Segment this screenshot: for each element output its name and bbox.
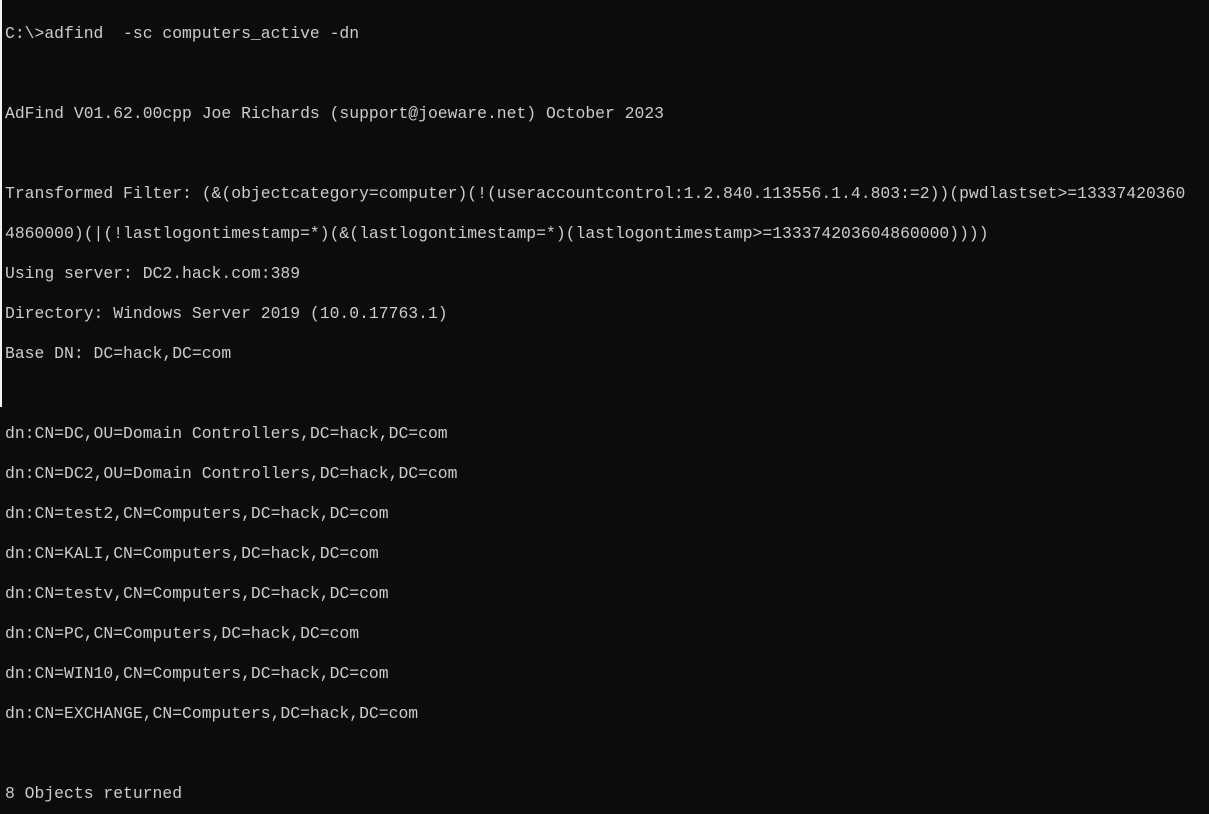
- directory-line: Directory: Windows Server 2019 (10.0.177…: [5, 304, 448, 323]
- result-line: dn:CN=DC2,OU=Domain Controllers,DC=hack,…: [5, 464, 458, 483]
- result-line: dn:CN=WIN10,CN=Computers,DC=hack,DC=com: [5, 664, 389, 683]
- summary-line: 8 Objects returned: [5, 784, 183, 803]
- command-line: C:\>adfind -sc computers_active -dn: [5, 24, 360, 43]
- window-left-border: [0, 0, 2, 407]
- base-dn-line: Base DN: DC=hack,DC=com: [5, 344, 232, 363]
- terminal-output[interactable]: C:\>adfind -sc computers_active -dn AdFi…: [0, 0, 1209, 803]
- result-line: dn:CN=EXCHANGE,CN=Computers,DC=hack,DC=c…: [5, 704, 419, 723]
- result-line: dn:CN=PC,CN=Computers,DC=hack,DC=com: [5, 624, 360, 643]
- version-line: AdFind V01.62.00cpp Joe Richards (suppor…: [5, 104, 665, 123]
- result-line: dn:CN=DC,OU=Domain Controllers,DC=hack,D…: [5, 424, 448, 443]
- server-line: Using server: DC2.hack.com:389: [5, 264, 301, 283]
- result-line: dn:CN=KALI,CN=Computers,DC=hack,DC=com: [5, 544, 379, 563]
- filter-line-continued: 4860000)(|(!lastlogontimestamp=*)(&(last…: [5, 224, 989, 243]
- result-line: dn:CN=testv,CN=Computers,DC=hack,DC=com: [5, 584, 389, 603]
- result-line: dn:CN=test2,CN=Computers,DC=hack,DC=com: [5, 504, 389, 523]
- filter-line: Transformed Filter: (&(objectcategory=co…: [5, 184, 1186, 203]
